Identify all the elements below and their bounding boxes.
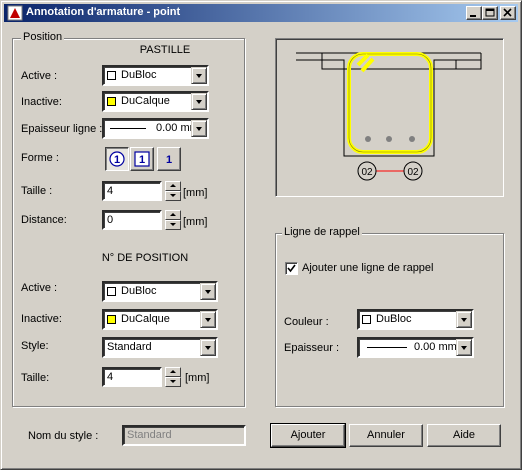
add-leader-label[interactable]: Ajouter une ligne de rappel <box>302 262 433 274</box>
color-swatch <box>107 287 116 296</box>
numero-active-combo[interactable]: DuBloc <box>102 281 218 302</box>
couleur-label: Couleur : <box>284 316 329 328</box>
dropdown-arrow-icon[interactable] <box>200 311 216 328</box>
numero-taille-value: 4 <box>107 371 114 383</box>
spin-down-icon[interactable] <box>165 220 181 230</box>
shape-none-button[interactable]: 1 <box>157 147 181 171</box>
help-button[interactable]: Aide <box>427 424 501 447</box>
pastille-inactive-label: Inactive: <box>21 96 62 108</box>
pastille-active-combo[interactable]: DuBloc <box>102 65 209 86</box>
couleur-combo[interactable]: DuBloc <box>357 309 474 330</box>
style-name-input: Standard <box>122 425 246 446</box>
numero-taille-input[interactable]: 4 <box>102 367 162 387</box>
epaisseur-label: Epaisseur : <box>284 342 340 354</box>
taille-unit: [mm] <box>183 187 208 199</box>
svg-text:1: 1 <box>166 154 172 166</box>
add-button[interactable]: Ajouter <box>270 423 346 448</box>
taille-input[interactable]: 4 <box>102 181 162 201</box>
pastille-inactive-value: DuCalque <box>121 95 170 107</box>
dropdown-arrow-icon[interactable] <box>456 339 472 356</box>
line-sample-icon <box>367 347 407 348</box>
close-icon <box>503 8 512 17</box>
position-group-label: Position <box>21 31 65 43</box>
svg-text:1: 1 <box>114 154 120 166</box>
taille-input-value: 4 <box>107 185 114 197</box>
epaisseur-combo[interactable]: 0.00 mm <box>357 337 474 358</box>
numero-heading: N° DE POSITION <box>101 252 189 264</box>
numero-inactive-value: DuCalque <box>121 313 170 325</box>
dropdown-arrow-icon[interactable] <box>191 93 207 110</box>
couleur-value: DuBloc <box>376 313 412 325</box>
add-leader-checkbox[interactable] <box>285 262 298 275</box>
spin-down-icon[interactable] <box>165 191 181 201</box>
distance-input-value: 0 <box>107 214 114 226</box>
window-title: Annotation d'armature - point <box>26 6 181 18</box>
preview-label-left: 02 <box>361 167 373 178</box>
svg-text:1: 1 <box>139 154 145 166</box>
rebar-preview-drawing: 02 02 <box>296 52 482 181</box>
app-icon <box>7 5 23 21</box>
spin-down-icon[interactable] <box>165 377 181 387</box>
minimize-button[interactable] <box>466 6 482 20</box>
ligne-rappel-group-label: Ligne de rappel <box>282 226 362 238</box>
pastille-lineweight-value: 0.00 mr <box>156 122 194 134</box>
maximize-icon <box>485 8 495 17</box>
dialog-window: Annotation d'armature - point Position P… <box>0 0 522 470</box>
pastille-inactive-combo[interactable]: DuCalque <box>102 91 209 112</box>
title-bar[interactable]: Annotation d'armature - point <box>4 4 518 22</box>
forme-label: Forme : <box>21 152 59 164</box>
style-name-label: Nom du style : <box>28 430 99 442</box>
pastille-lineweight-label: Epaisseur ligne : <box>21 123 103 135</box>
cancel-button[interactable]: Annuler <box>349 424 423 447</box>
color-swatch <box>107 315 116 324</box>
square-number-icon: 1 <box>134 151 150 167</box>
dropdown-arrow-icon[interactable] <box>200 339 216 356</box>
epaisseur-value: 0.00 mm <box>414 341 457 353</box>
pastille-lineweight-combo[interactable]: 0.00 mr <box>102 118 209 139</box>
numero-taille-unit: [mm] <box>185 372 210 384</box>
dropdown-arrow-icon[interactable] <box>200 283 216 300</box>
preview-panel: 02 02 <box>275 38 504 197</box>
color-swatch <box>362 315 371 324</box>
pastille-active-label: Active : <box>21 70 58 82</box>
distance-spinner[interactable] <box>165 210 181 230</box>
line-sample-icon <box>110 128 146 129</box>
numero-active-value: DuBloc <box>121 285 157 297</box>
numero-taille-spinner[interactable] <box>165 367 181 387</box>
color-swatch <box>107 97 116 106</box>
checkmark-icon <box>287 264 296 273</box>
maximize-button[interactable] <box>482 6 498 20</box>
numero-style-value: Standard <box>107 341 152 353</box>
preview-label-right: 02 <box>407 167 419 178</box>
pastille-active-value: DuBloc <box>121 69 157 81</box>
taille-spinner[interactable] <box>165 181 181 201</box>
taille-label: Taille : <box>21 185 53 197</box>
numero-taille-label: Taille: <box>21 372 50 384</box>
numero-style-label: Style: <box>21 340 49 352</box>
pastille-heading: PASTILLE <box>139 44 191 56</box>
spin-up-icon[interactable] <box>165 181 181 191</box>
dropdown-arrow-icon[interactable] <box>456 311 472 328</box>
distance-unit: [mm] <box>183 216 208 228</box>
numero-inactive-combo[interactable]: DuCalque <box>102 309 218 330</box>
shape-square-button[interactable]: 1 <box>130 147 154 171</box>
numero-active-label: Active : <box>21 282 58 294</box>
minimize-icon <box>470 15 476 17</box>
distance-label: Distance: <box>21 214 67 226</box>
numero-style-combo[interactable]: Standard <box>102 337 218 358</box>
dropdown-arrow-icon[interactable] <box>191 120 207 137</box>
dropdown-arrow-icon[interactable] <box>191 67 207 84</box>
style-name-value: Standard <box>127 429 172 441</box>
color-swatch <box>107 71 116 80</box>
plain-number-icon: 1 <box>166 154 172 166</box>
close-button[interactable] <box>500 6 516 20</box>
distance-input[interactable]: 0 <box>102 210 162 230</box>
numero-inactive-label: Inactive: <box>21 313 62 325</box>
spin-up-icon[interactable] <box>165 210 181 220</box>
spin-up-icon[interactable] <box>165 367 181 377</box>
circle-number-icon: 1 <box>109 151 125 167</box>
shape-circle-button[interactable]: 1 <box>105 147 129 171</box>
